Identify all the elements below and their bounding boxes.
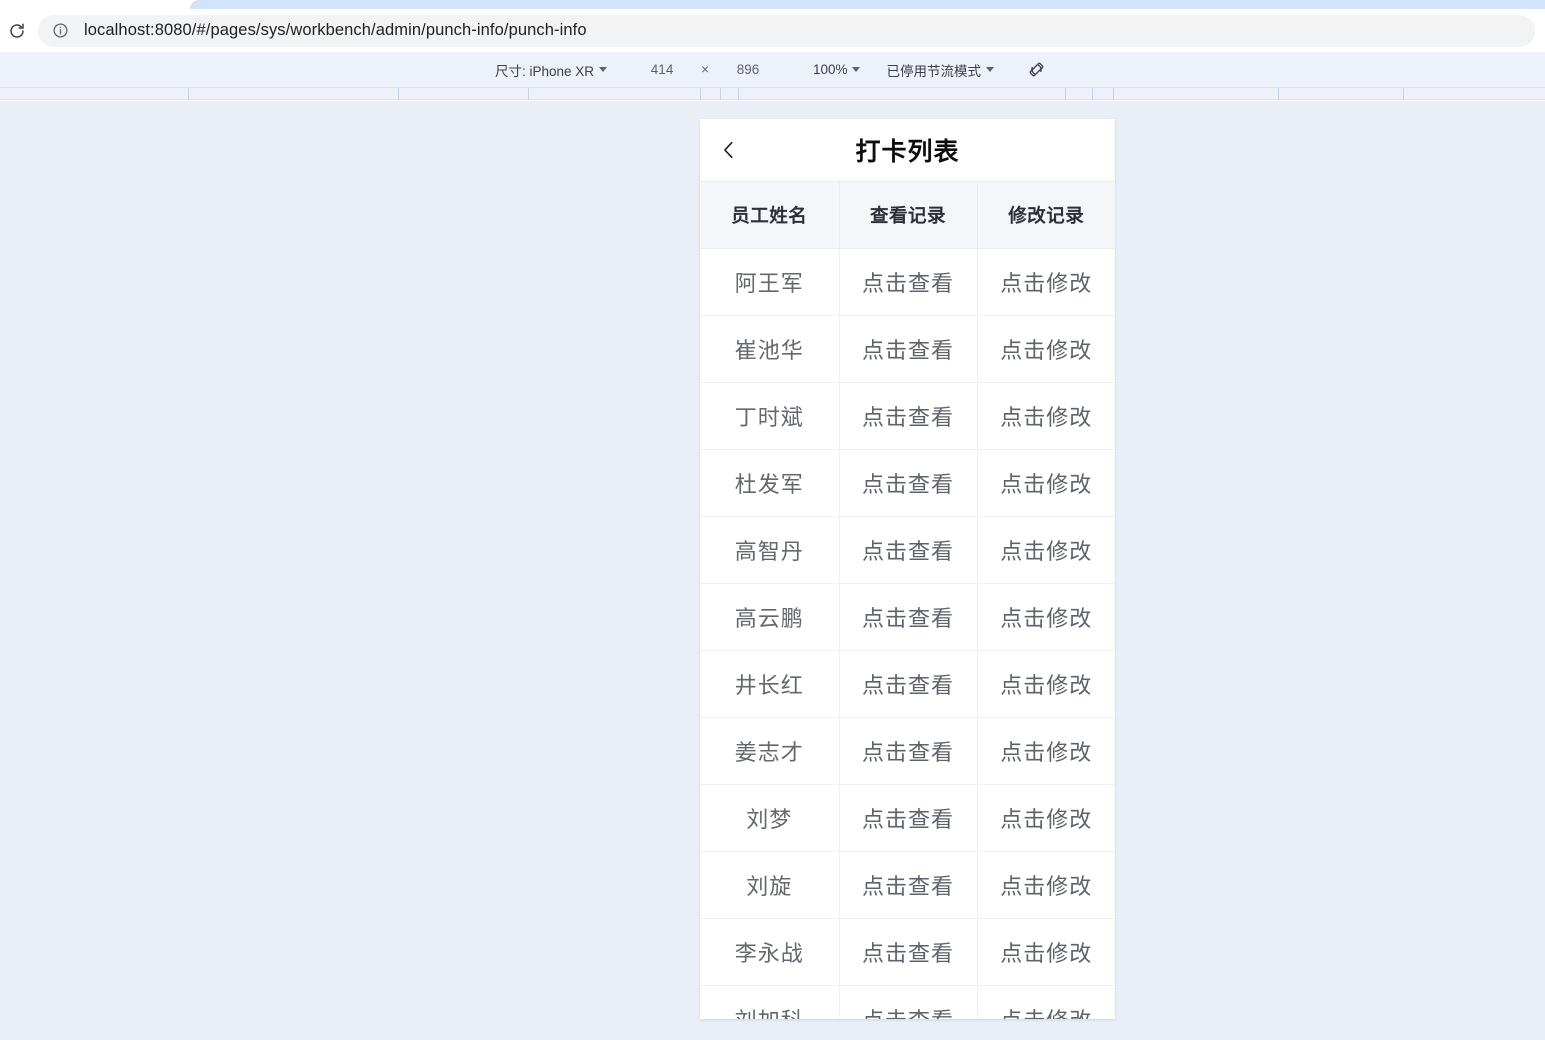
device-width-input[interactable]: 414 <box>645 62 679 77</box>
view-record-link[interactable]: 点击查看 <box>839 382 978 450</box>
employee-name-cell: 杜发军 <box>700 449 840 517</box>
table-row: 姜志才 点击查看 点击修改 <box>700 717 1115 785</box>
view-record-link[interactable]: 点击查看 <box>839 248 978 316</box>
tab-strip <box>0 0 1545 9</box>
edit-record-link[interactable]: 点击修改 <box>977 516 1115 584</box>
employee-name-cell: 刘加科 <box>700 985 840 1019</box>
view-record-link[interactable]: 点击查看 <box>839 851 978 919</box>
info-circle-icon[interactable] <box>50 21 70 41</box>
employee-name-cell: 高云鹏 <box>700 583 840 651</box>
device-width-value: 414 <box>650 62 674 77</box>
url-text: localhost:8080/#/pages/sys/workbench/adm… <box>84 21 587 39</box>
employee-name-cell: 崔池华 <box>700 315 840 383</box>
employee-name-cell: 刘梦 <box>700 784 840 852</box>
device-height-value: 896 <box>736 62 760 77</box>
ruler-tick <box>1065 88 1066 100</box>
employee-name-cell: 阿王军 <box>700 248 840 316</box>
ruler-tick <box>188 88 189 100</box>
table-row: 丁时斌 点击查看 点击修改 <box>700 382 1115 450</box>
ruler-tick <box>1113 88 1114 100</box>
table-row: 崔池华 点击查看 点击修改 <box>700 315 1115 383</box>
chevron-down-icon <box>852 67 861 72</box>
app-header: 打卡列表 <box>700 119 1115 181</box>
view-record-link[interactable]: 点击查看 <box>839 650 978 718</box>
throttling-selector[interactable]: 已停用节流模式 <box>886 60 994 80</box>
zoom-selector[interactable]: 100% <box>813 62 861 77</box>
phone-viewport: 打卡列表 员工姓名 查看记录 修改记录 阿王军 点击查看 点击修改 崔池华 点击查看 点击… <box>700 119 1115 1019</box>
view-record-link[interactable]: 点击查看 <box>839 583 978 651</box>
table-row: 刘旋 点击查看 点击修改 <box>700 851 1115 919</box>
throttling-label: 已停用节流模式 <box>886 63 981 79</box>
device-emulation-toolbar: 尺寸: iPhone XR 414 × 896 100% 已停用节流模式 <box>0 52 1545 88</box>
employee-name-cell: 李永战 <box>700 918 840 986</box>
edit-record-link[interactable]: 点击修改 <box>977 851 1115 919</box>
employee-name-cell: 刘旋 <box>700 851 840 919</box>
ruler-tick <box>738 88 739 100</box>
edit-record-link[interactable]: 点击修改 <box>977 784 1115 852</box>
employee-name-cell: 高智丹 <box>700 516 840 584</box>
chevron-down-icon <box>985 67 994 72</box>
view-record-link[interactable]: 点击查看 <box>839 985 978 1019</box>
punch-list-body: 阿王军 点击查看 点击修改 崔池华 点击查看 点击修改 丁时斌 点击查看 点击修改 杜发军 点击查看… <box>700 248 1115 1019</box>
table-row: 高云鹏 点击查看 点击修改 <box>700 583 1115 651</box>
browser-chrome: localhost:8080/#/pages/sys/workbench/adm… <box>0 0 1545 52</box>
punch-list-table: 员工姓名 查看记录 修改记录 阿王军 点击查看 点击修改 崔池华 点击查看 点击修改 丁时斌… <box>700 181 1115 1019</box>
edit-record-link[interactable]: 点击修改 <box>977 918 1115 986</box>
page-title: 打卡列表 <box>855 138 960 166</box>
view-record-link[interactable]: 点击查看 <box>839 918 978 986</box>
edit-record-link[interactable]: 点击修改 <box>977 449 1115 517</box>
edit-record-link[interactable]: 点击修改 <box>977 315 1115 383</box>
ruler-tick <box>700 88 701 100</box>
view-record-link[interactable]: 点击查看 <box>839 784 978 852</box>
ruler-tick <box>1403 88 1404 100</box>
viewport-ruler <box>0 88 1545 100</box>
view-record-link[interactable]: 点击查看 <box>839 717 978 785</box>
view-record-link[interactable]: 点击查看 <box>839 315 978 383</box>
employee-name-cell: 井长红 <box>700 650 840 718</box>
column-header-name: 员工姓名 <box>700 181 840 249</box>
table-row: 井长红 点击查看 点击修改 <box>700 650 1115 718</box>
table-row: 李永战 点击查看 点击修改 <box>700 918 1115 986</box>
ruler-tick <box>1278 88 1279 100</box>
ruler-tick <box>398 88 399 100</box>
browser-toolbar: localhost:8080/#/pages/sys/workbench/adm… <box>0 9 1545 52</box>
employee-name-cell: 丁时斌 <box>700 382 840 450</box>
device-size-selector[interactable]: 尺寸: iPhone XR <box>495 60 608 80</box>
edit-record-link[interactable]: 点击修改 <box>977 248 1115 316</box>
chevron-down-icon <box>599 67 608 72</box>
edit-record-link[interactable]: 点击修改 <box>977 382 1115 450</box>
browser-tab[interactable] <box>190 0 1545 9</box>
ruler-tick <box>1092 88 1093 100</box>
table-row: 高智丹 点击查看 点击修改 <box>700 516 1115 584</box>
device-size-label: 尺寸: iPhone XR <box>495 63 595 79</box>
column-header-view: 查看记录 <box>839 181 978 249</box>
edit-record-link[interactable]: 点击修改 <box>977 985 1115 1019</box>
table-header-row: 员工姓名 查看记录 修改记录 <box>700 181 1115 249</box>
view-record-link[interactable]: 点击查看 <box>839 449 978 517</box>
edit-record-link[interactable]: 点击修改 <box>977 583 1115 651</box>
table-row: 刘加科点击查看点击修改 <box>700 985 1115 1019</box>
column-header-edit: 修改记录 <box>977 181 1115 249</box>
dimension-separator: × <box>701 62 709 77</box>
table-row: 刘梦 点击查看 点击修改 <box>700 784 1115 852</box>
table-row: 阿王军 点击查看 点击修改 <box>700 248 1115 316</box>
device-height-input[interactable]: 896 <box>731 62 765 77</box>
address-bar[interactable]: localhost:8080/#/pages/sys/workbench/adm… <box>38 14 1535 47</box>
reload-icon[interactable] <box>0 14 34 48</box>
employee-name-cell: 姜志才 <box>700 717 840 785</box>
view-record-link[interactable]: 点击查看 <box>839 516 978 584</box>
ruler-tick <box>720 88 721 100</box>
rotate-device-icon[interactable] <box>1024 57 1050 83</box>
edit-record-link[interactable]: 点击修改 <box>977 650 1115 718</box>
edit-record-link[interactable]: 点击修改 <box>977 717 1115 785</box>
zoom-value: 100% <box>812 62 848 77</box>
table-row: 杜发军 点击查看 点击修改 <box>700 449 1115 517</box>
chevron-left-icon[interactable] <box>714 135 744 165</box>
ruler-tick <box>528 88 529 100</box>
